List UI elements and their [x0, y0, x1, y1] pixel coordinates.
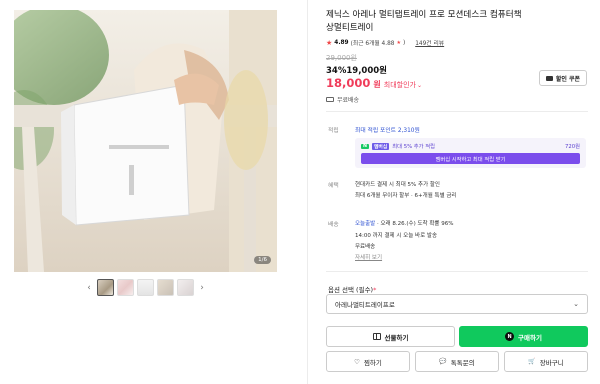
discount-rate: 34%	[326, 66, 347, 76]
max-discount-label: 최대할인가	[383, 81, 416, 89]
delivery-note: 무료배송	[326, 95, 359, 104]
wishlist-button[interactable]: ♡ 찜하기	[326, 351, 410, 372]
talk-inquiry-button[interactable]: 💬 톡톡문의	[415, 351, 499, 372]
rating-score: 4.89	[334, 39, 349, 46]
buy-button[interactable]: N 구매하기	[459, 326, 588, 347]
max-discount-toggle[interactable]: 최대할인가⌄	[384, 80, 422, 90]
cart-button[interactable]: 🛒 장바구니	[504, 351, 588, 372]
photo-counter: 1/6	[254, 256, 271, 264]
final-price-unit: 원	[373, 80, 381, 89]
thumbnail-5[interactable]	[177, 279, 194, 296]
truck-icon	[326, 97, 334, 102]
option-label: 옵션 선택 (필수)*	[328, 284, 376, 294]
membership-start-button[interactable]: 멤버십 시작하고 최대 적립 받기	[361, 153, 580, 164]
discount-price: 19,000원	[346, 66, 387, 76]
review-count-link[interactable]: 149건 리뷰	[415, 38, 444, 47]
option-label-text: 옵션 선택 (필수)	[328, 286, 374, 294]
naver-pay-icon: N	[505, 332, 515, 341]
coupon-icon	[545, 75, 553, 81]
chat-bubble-icon: 💬	[439, 358, 447, 365]
shipping-detail-link[interactable]: 자세히 보기	[355, 253, 382, 261]
today-shipping-label: 오늘출발	[355, 221, 376, 227]
final-price-row: 18,000 원 최대할인가⌄	[326, 76, 422, 90]
points-title: 최대 적립 포인트 2,310원	[355, 128, 420, 134]
heart-icon: ♡	[354, 357, 360, 366]
membership-points-text: 최대 5% 추가 적립	[392, 144, 435, 150]
option-selected-value: 아레나멀티트레이프로	[335, 301, 395, 309]
gift-icon	[372, 333, 381, 340]
section-divider	[326, 111, 588, 112]
coupon-label: 할인 쿠폰	[555, 75, 581, 83]
points-row-label: 적립	[328, 128, 339, 134]
benefit-card-discount: 현대카드 결제 시 최대 5% 추가 할인	[355, 182, 440, 188]
option-select[interactable]: 아레나멀티트레이프로 ⌄	[326, 294, 588, 314]
shipping-eta-text: · 오래 8.26.(수) 도착 확률 96%	[375, 221, 454, 227]
thumbnail-strip: ‹ ›	[84, 279, 207, 296]
membership-badge: 멤버십	[372, 142, 390, 150]
thumbnail-3[interactable]	[137, 279, 154, 296]
final-price: 18,000	[326, 76, 371, 90]
original-price: 29,000원	[326, 54, 357, 62]
chevron-down-icon: ⌄	[416, 82, 422, 89]
shipping-fee: 무료배송	[355, 244, 376, 250]
thumbnail-1[interactable]	[97, 279, 114, 296]
shipping-eta: 오늘출발 · 오래 8.26.(수) 도착 확률 96%	[355, 219, 453, 227]
membership-points-box: N 멤버십 최대 5% 추가 적립 720원 멤버십 시작하고 최대 적립 받기	[355, 138, 586, 168]
gift-button[interactable]: 선물하기	[326, 326, 455, 347]
membership-points-amount: 720원	[565, 144, 580, 150]
product-title: 제닉스 아레나 멀티탭트레이 프로 모션데스크 컴퓨터책상멀티트레이	[326, 10, 522, 33]
shipping-row-label: 배송	[328, 222, 339, 228]
thumbnail-2[interactable]	[117, 279, 134, 296]
buy-button-label: 구매하기	[518, 333, 542, 342]
benefits-row-label: 혜택	[328, 183, 339, 189]
column-divider	[307, 0, 308, 384]
star-icon: ★	[326, 38, 333, 47]
discount-row: 34%19,000원	[326, 64, 387, 76]
next-thumbnail-arrow-icon[interactable]: ›	[197, 283, 207, 293]
naver-badge-icon: N	[361, 143, 370, 149]
product-photo	[14, 10, 277, 272]
rating-detail: (최근 6개월 4.88	[350, 41, 395, 47]
small-star-icon: ★	[396, 39, 401, 46]
rating-detail-end: )	[402, 39, 406, 46]
delivery-note-text: 무료배송	[337, 97, 360, 104]
benefit-installment: 최대 6개월 무이자 할부 · 6+개월 특별 금리	[355, 193, 457, 199]
cart-icon: 🛒	[528, 358, 536, 365]
gift-button-label: 선물하기	[384, 333, 409, 342]
wishlist-button-label: 찜하기	[363, 358, 382, 367]
rating-row: ★ 4.89 (최근 6개월 4.88 ★) 149건 리뷰	[326, 38, 444, 48]
product-main-image[interactable]: 1/6	[14, 10, 277, 272]
coupon-button[interactable]: 할인 쿠폰	[539, 70, 587, 86]
membership-points-line: N 멤버십 최대 5% 추가 적립	[361, 142, 435, 150]
talk-button-label: 톡톡문의	[450, 358, 475, 367]
chevron-down-icon: ⌄	[573, 300, 579, 308]
prev-thumbnail-arrow-icon[interactable]: ‹	[84, 283, 94, 293]
shipping-cutoff: 14:00 까지 결제 시 오늘 바로 발송	[355, 233, 438, 239]
cart-button-label: 장바구니	[539, 358, 564, 367]
required-mark: *	[373, 286, 377, 294]
section-divider	[326, 271, 588, 272]
thumbnail-4[interactable]	[157, 279, 174, 296]
